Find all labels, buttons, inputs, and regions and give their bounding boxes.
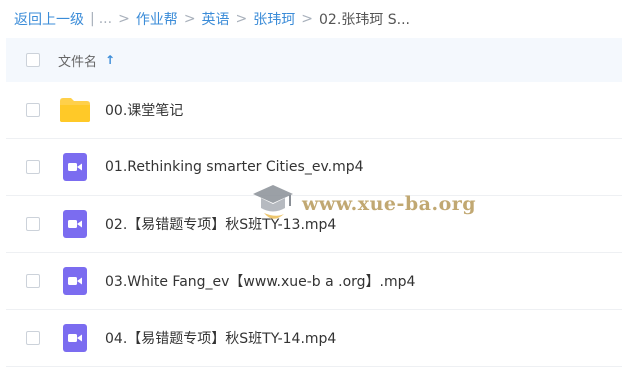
breadcrumb-separator: > bbox=[301, 11, 314, 27]
breadcrumb-item-zuoyebang[interactable]: 作业帮 bbox=[136, 9, 178, 29]
file-name[interactable]: 03.White Fang_ev【www.xue-b a .org】.mp4 bbox=[105, 271, 415, 291]
column-filename-header[interactable]: 文件名 bbox=[58, 51, 97, 70]
file-row[interactable]: 00.课堂笔记 bbox=[6, 82, 622, 139]
video-file-icon bbox=[59, 324, 91, 352]
video-file-icon bbox=[59, 267, 91, 295]
breadcrumb-divider: | bbox=[90, 11, 95, 27]
breadcrumb: 返回上一级 | ... > 作业帮 > 英语 > 张玮珂 > 02.张玮珂 S.… bbox=[0, 0, 622, 38]
back-link[interactable]: 返回上一级 bbox=[14, 9, 84, 29]
file-name[interactable]: 00.课堂笔记 bbox=[105, 100, 183, 120]
file-name[interactable]: 04.【易错题专项】秋S班TY-14.mp4 bbox=[105, 328, 336, 348]
row-checkbox[interactable] bbox=[26, 160, 40, 174]
select-all-checkbox[interactable] bbox=[26, 53, 40, 67]
watermark: www.xue-ba.org bbox=[250, 180, 476, 228]
file-row[interactable]: 04.【易错题专项】秋S班TY-14.mp4 bbox=[6, 310, 622, 367]
row-checkbox[interactable] bbox=[26, 331, 40, 345]
breadcrumb-separator: > bbox=[118, 11, 130, 27]
file-name[interactable]: 01.Rethinking smarter Cities_ev.mp4 bbox=[105, 159, 364, 175]
file-list-header: 文件名 ↑ bbox=[6, 38, 622, 82]
graduation-cap-icon bbox=[250, 180, 296, 228]
video-file-icon bbox=[59, 210, 91, 238]
watermark-text: www.xue-ba.org bbox=[302, 193, 477, 215]
breadcrumb-item-teacher[interactable]: 张玮珂 bbox=[253, 9, 295, 29]
file-row[interactable]: 03.White Fang_ev【www.xue-b a .org】.mp4 bbox=[6, 253, 622, 310]
sort-ascending-icon[interactable]: ↑ bbox=[105, 53, 115, 67]
breadcrumb-separator: > bbox=[235, 11, 248, 27]
row-checkbox[interactable] bbox=[26, 103, 40, 117]
row-checkbox[interactable] bbox=[26, 274, 40, 288]
row-checkbox[interactable] bbox=[26, 217, 40, 231]
breadcrumb-ellipsis[interactable]: ... bbox=[99, 11, 112, 27]
breadcrumb-item-english[interactable]: 英语 bbox=[202, 9, 230, 29]
video-file-icon bbox=[59, 153, 91, 181]
folder-icon bbox=[59, 96, 91, 124]
breadcrumb-current: 02.张玮珂 S... bbox=[319, 12, 410, 28]
breadcrumb-separator: > bbox=[183, 11, 196, 27]
